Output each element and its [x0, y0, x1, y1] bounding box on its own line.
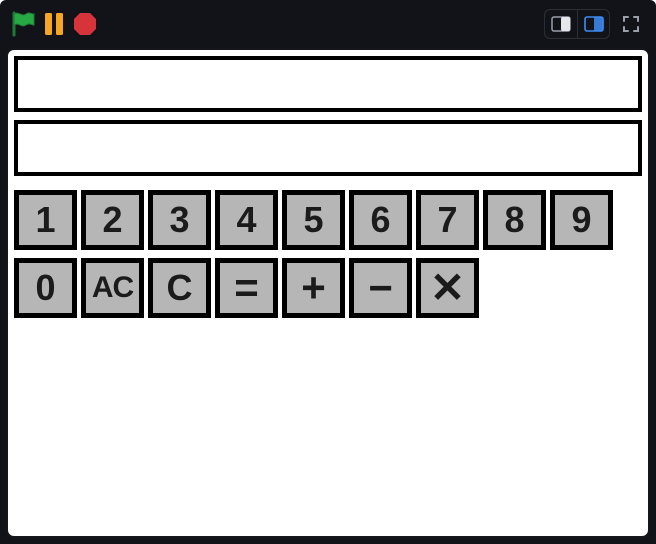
- key-c[interactable]: C: [148, 258, 211, 318]
- key-7[interactable]: 7: [416, 190, 479, 250]
- key-8[interactable]: 8: [483, 190, 546, 250]
- display-line-1: [14, 56, 642, 112]
- key-9[interactable]: 9: [550, 190, 613, 250]
- key-equals[interactable]: =: [215, 258, 278, 318]
- key-3[interactable]: 3: [148, 190, 211, 250]
- topbar: [0, 0, 656, 48]
- key-row-2: 0ACC=+−✕: [14, 258, 613, 318]
- app-frame: 123456789 0ACC=+−✕: [0, 0, 656, 544]
- key-1[interactable]: 1: [14, 190, 77, 250]
- key-plus[interactable]: +: [282, 258, 345, 318]
- stage-wrap: 123456789 0ACC=+−✕: [0, 48, 656, 544]
- stage[interactable]: 123456789 0ACC=+−✕: [6, 48, 650, 538]
- keypad: 123456789 0ACC=+−✕: [14, 190, 613, 318]
- fullscreen-button[interactable]: [616, 9, 646, 39]
- key-4[interactable]: 4: [215, 190, 278, 250]
- layout-mode-group: [544, 9, 610, 39]
- layout-mode-small[interactable]: [545, 10, 577, 38]
- layout-mode-large[interactable]: [577, 10, 609, 38]
- display-line-2: [14, 120, 642, 176]
- key-row-1: 123456789: [14, 190, 613, 250]
- green-flag-button[interactable]: [10, 10, 36, 38]
- key-multiply[interactable]: ✕: [416, 258, 479, 318]
- key-6[interactable]: 6: [349, 190, 412, 250]
- key-ac[interactable]: AC: [81, 258, 144, 318]
- pause-button[interactable]: [44, 12, 64, 36]
- key-5[interactable]: 5: [282, 190, 345, 250]
- stop-button[interactable]: [72, 11, 98, 37]
- key-2[interactable]: 2: [81, 190, 144, 250]
- key-0[interactable]: 0: [14, 258, 77, 318]
- key-minus[interactable]: −: [349, 258, 412, 318]
